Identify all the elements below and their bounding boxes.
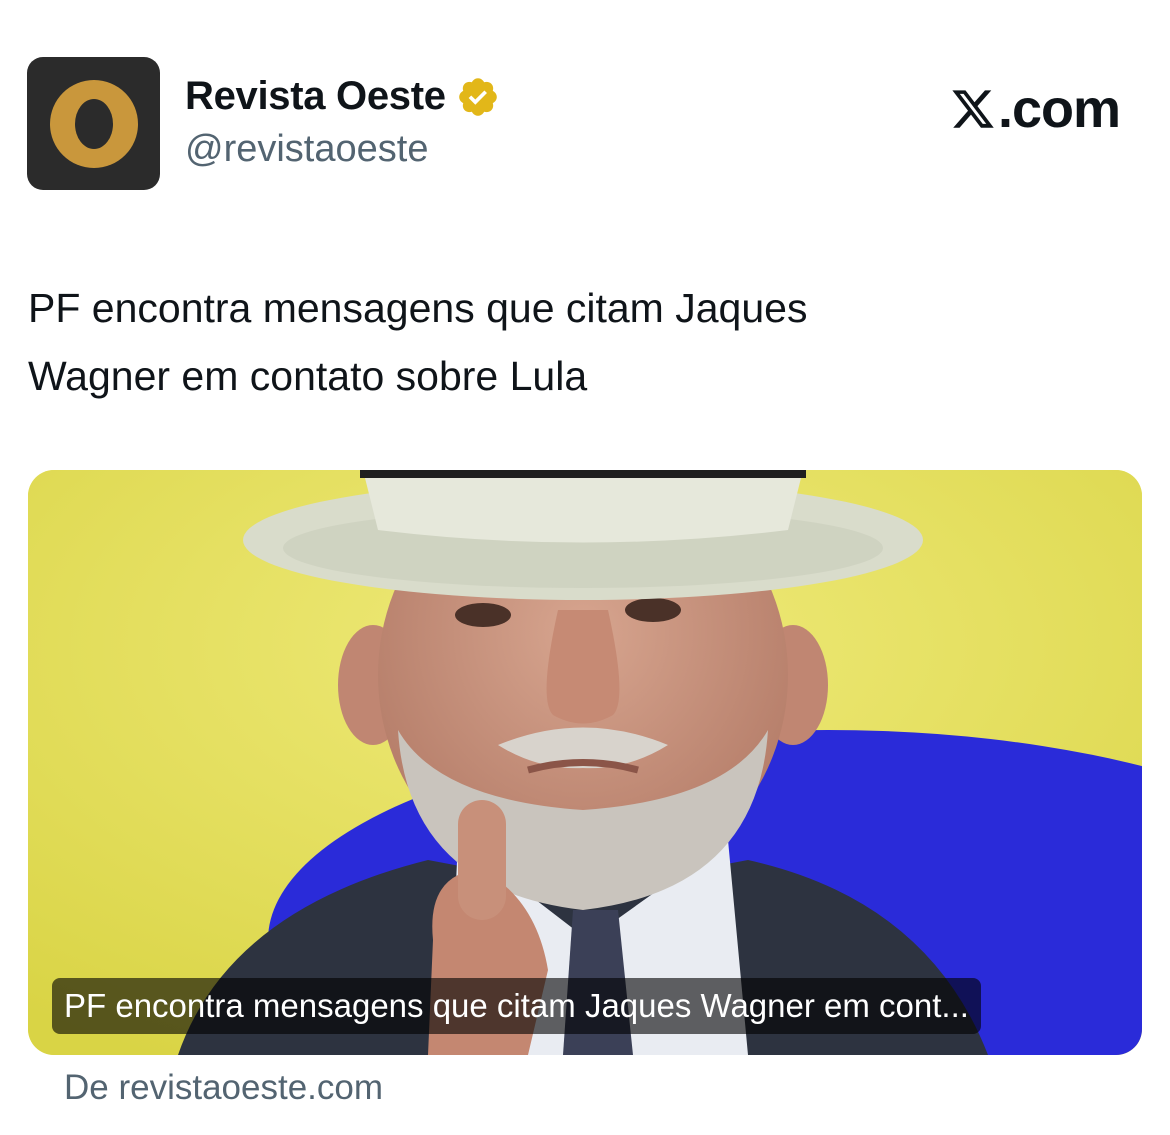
man-in-white-hat-pointing-photo	[28, 470, 1142, 1055]
account-name-row: Revista Oeste	[185, 74, 500, 119]
card-source-link[interactable]: De revistaoeste.com	[64, 1068, 383, 1108]
revista-oeste-logo-icon	[49, 79, 138, 168]
tweet-text: PF encontra mensagens que citam Jaques W…	[28, 285, 808, 399]
account-avatar[interactable]	[27, 57, 160, 190]
verified-badge-icon	[458, 77, 497, 116]
x-com-text: .com	[997, 79, 1121, 139]
display-name[interactable]: Revista Oeste	[185, 74, 446, 119]
x-logo-icon	[952, 90, 994, 128]
account-handle[interactable]: @revistaoeste	[185, 128, 428, 171]
card-caption: PF encontra mensagens que citam Jaques W…	[52, 978, 981, 1034]
link-card[interactable]: PF encontra mensagens que citam Jaques W…	[28, 470, 1142, 1055]
x-com-brand: .com	[950, 78, 1121, 140]
